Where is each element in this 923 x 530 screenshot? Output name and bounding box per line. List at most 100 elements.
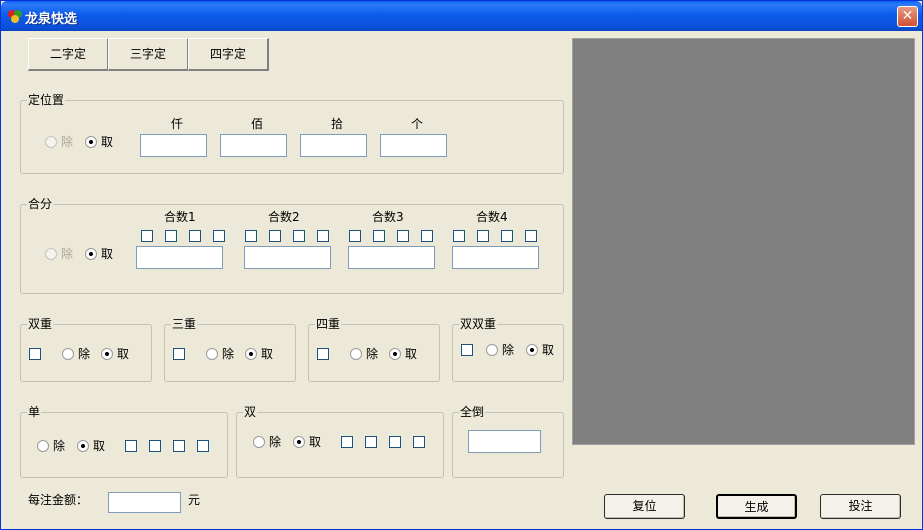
sum3-checkbox[interactable] <box>421 230 433 242</box>
sum-group-title: 合分 <box>27 197 54 211</box>
even-checkbox[interactable] <box>341 436 353 448</box>
sum1-checkbox[interactable] <box>165 230 177 242</box>
double-checkbox[interactable] <box>29 348 41 360</box>
sum1-checkbox[interactable] <box>213 230 225 242</box>
quad-checkbox[interactable] <box>317 348 329 360</box>
even-checkbox[interactable] <box>389 436 401 448</box>
tab-four-digit[interactable]: 四字定 <box>188 38 269 71</box>
sum2-checkbox[interactable] <box>245 230 257 242</box>
sum4-checkbox[interactable] <box>477 230 489 242</box>
quad-group-title: 四重 <box>315 317 342 331</box>
bet-button[interactable]: 投注 <box>820 494 901 519</box>
position-col-label: 仟 <box>171 117 184 131</box>
position-group-title: 定位置 <box>27 93 66 107</box>
even-group-title: 双 <box>243 405 258 419</box>
position-tens-input[interactable] <box>300 134 367 157</box>
sum3-input[interactable] <box>348 246 435 269</box>
position-ones-input[interactable] <box>380 134 447 157</box>
sum2-checkbox[interactable] <box>317 230 329 242</box>
main-window: 龙泉快选 ✕ 二字定 三字定 四字定 定位置 除 取 仟 佰 拾 个 合分 除 … <box>0 0 923 530</box>
odd-exclude-radio[interactable] <box>37 440 49 452</box>
triple-group-title: 三重 <box>171 317 198 331</box>
odd-exclude-label: 除 <box>53 439 66 453</box>
sum-col-label: 合数3 <box>372 210 404 224</box>
sum-exclude-label: 除 <box>61 247 74 261</box>
quad-exclude-label: 除 <box>366 347 379 361</box>
even-exclude-label: 除 <box>269 435 282 449</box>
title-bar[interactable]: 龙泉快选 ✕ <box>1 1 922 31</box>
sum-take-label: 取 <box>101 247 114 261</box>
preview-panel <box>572 38 915 445</box>
tab-three-digit[interactable]: 三字定 <box>108 38 189 71</box>
sum3-checkbox[interactable] <box>349 230 361 242</box>
double-double-group-title: 双双重 <box>459 317 498 331</box>
even-take-label: 取 <box>309 435 322 449</box>
even-checkbox[interactable] <box>365 436 377 448</box>
odd-take-label: 取 <box>93 439 106 453</box>
sum-exclude-radio[interactable] <box>45 248 57 260</box>
sum2-input[interactable] <box>244 246 331 269</box>
reverse-group-title: 全倒 <box>459 405 486 419</box>
reset-button[interactable]: 复位 <box>604 494 685 519</box>
sum4-checkbox[interactable] <box>453 230 465 242</box>
odd-checkbox[interactable] <box>173 440 185 452</box>
position-hundreds-input[interactable] <box>220 134 287 157</box>
sum2-checkbox[interactable] <box>293 230 305 242</box>
position-exclude-label: 除 <box>61 135 74 149</box>
generate-button[interactable]: 生成 <box>716 494 797 519</box>
sum1-input[interactable] <box>136 246 223 269</box>
position-thousands-input[interactable] <box>140 134 207 157</box>
reverse-input[interactable] <box>468 430 541 453</box>
even-checkbox[interactable] <box>413 436 425 448</box>
double-double-checkbox[interactable] <box>461 344 473 356</box>
quad-take-radio[interactable] <box>389 348 401 360</box>
double-exclude-radio[interactable] <box>62 348 74 360</box>
tab-two-digit[interactable]: 二字定 <box>28 38 109 71</box>
odd-checkbox[interactable] <box>125 440 137 452</box>
app-logo-icon <box>8 10 22 23</box>
position-exclude-radio[interactable] <box>45 136 57 148</box>
sum4-input[interactable] <box>452 246 539 269</box>
double-double-take-label: 取 <box>542 343 555 357</box>
even-take-radio[interactable] <box>293 436 305 448</box>
triple-take-radio[interactable] <box>245 348 257 360</box>
double-double-take-radio[interactable] <box>526 344 538 356</box>
even-exclude-radio[interactable] <box>253 436 265 448</box>
position-take-label: 取 <box>101 135 114 149</box>
triple-exclude-label: 除 <box>222 347 235 361</box>
sum1-checkbox[interactable] <box>141 230 153 242</box>
odd-take-radio[interactable] <box>77 440 89 452</box>
amount-input[interactable] <box>108 492 181 513</box>
triple-exclude-radio[interactable] <box>206 348 218 360</box>
quad-exclude-radio[interactable] <box>350 348 362 360</box>
sum3-checkbox[interactable] <box>397 230 409 242</box>
sum2-checkbox[interactable] <box>269 230 281 242</box>
double-group-title: 双重 <box>27 317 54 331</box>
sum3-checkbox[interactable] <box>373 230 385 242</box>
position-take-radio[interactable] <box>85 136 97 148</box>
double-exclude-label: 除 <box>78 347 91 361</box>
odd-checkbox[interactable] <box>149 440 161 452</box>
double-double-exclude-label: 除 <box>502 343 515 357</box>
double-take-label: 取 <box>117 347 130 361</box>
double-double-exclude-radio[interactable] <box>486 344 498 356</box>
odd-group-title: 单 <box>27 405 42 419</box>
close-button[interactable]: ✕ <box>897 6 918 27</box>
position-col-label: 佰 <box>251 117 264 131</box>
position-col-label: 个 <box>411 117 424 131</box>
sum-take-radio[interactable] <box>85 248 97 260</box>
amount-unit: 元 <box>188 493 201 507</box>
position-col-label: 拾 <box>331 117 344 131</box>
triple-take-label: 取 <box>261 347 274 361</box>
sum-col-label: 合数4 <box>476 210 508 224</box>
sum-col-label: 合数2 <box>268 210 300 224</box>
sum1-checkbox[interactable] <box>189 230 201 242</box>
sum4-checkbox[interactable] <box>525 230 537 242</box>
triple-checkbox[interactable] <box>173 348 185 360</box>
sum4-checkbox[interactable] <box>501 230 513 242</box>
double-take-radio[interactable] <box>101 348 113 360</box>
window-title: 龙泉快选 <box>25 12 78 27</box>
amount-label: 每注金额： <box>28 493 89 507</box>
odd-checkbox[interactable] <box>197 440 209 452</box>
close-icon: ✕ <box>901 8 914 24</box>
